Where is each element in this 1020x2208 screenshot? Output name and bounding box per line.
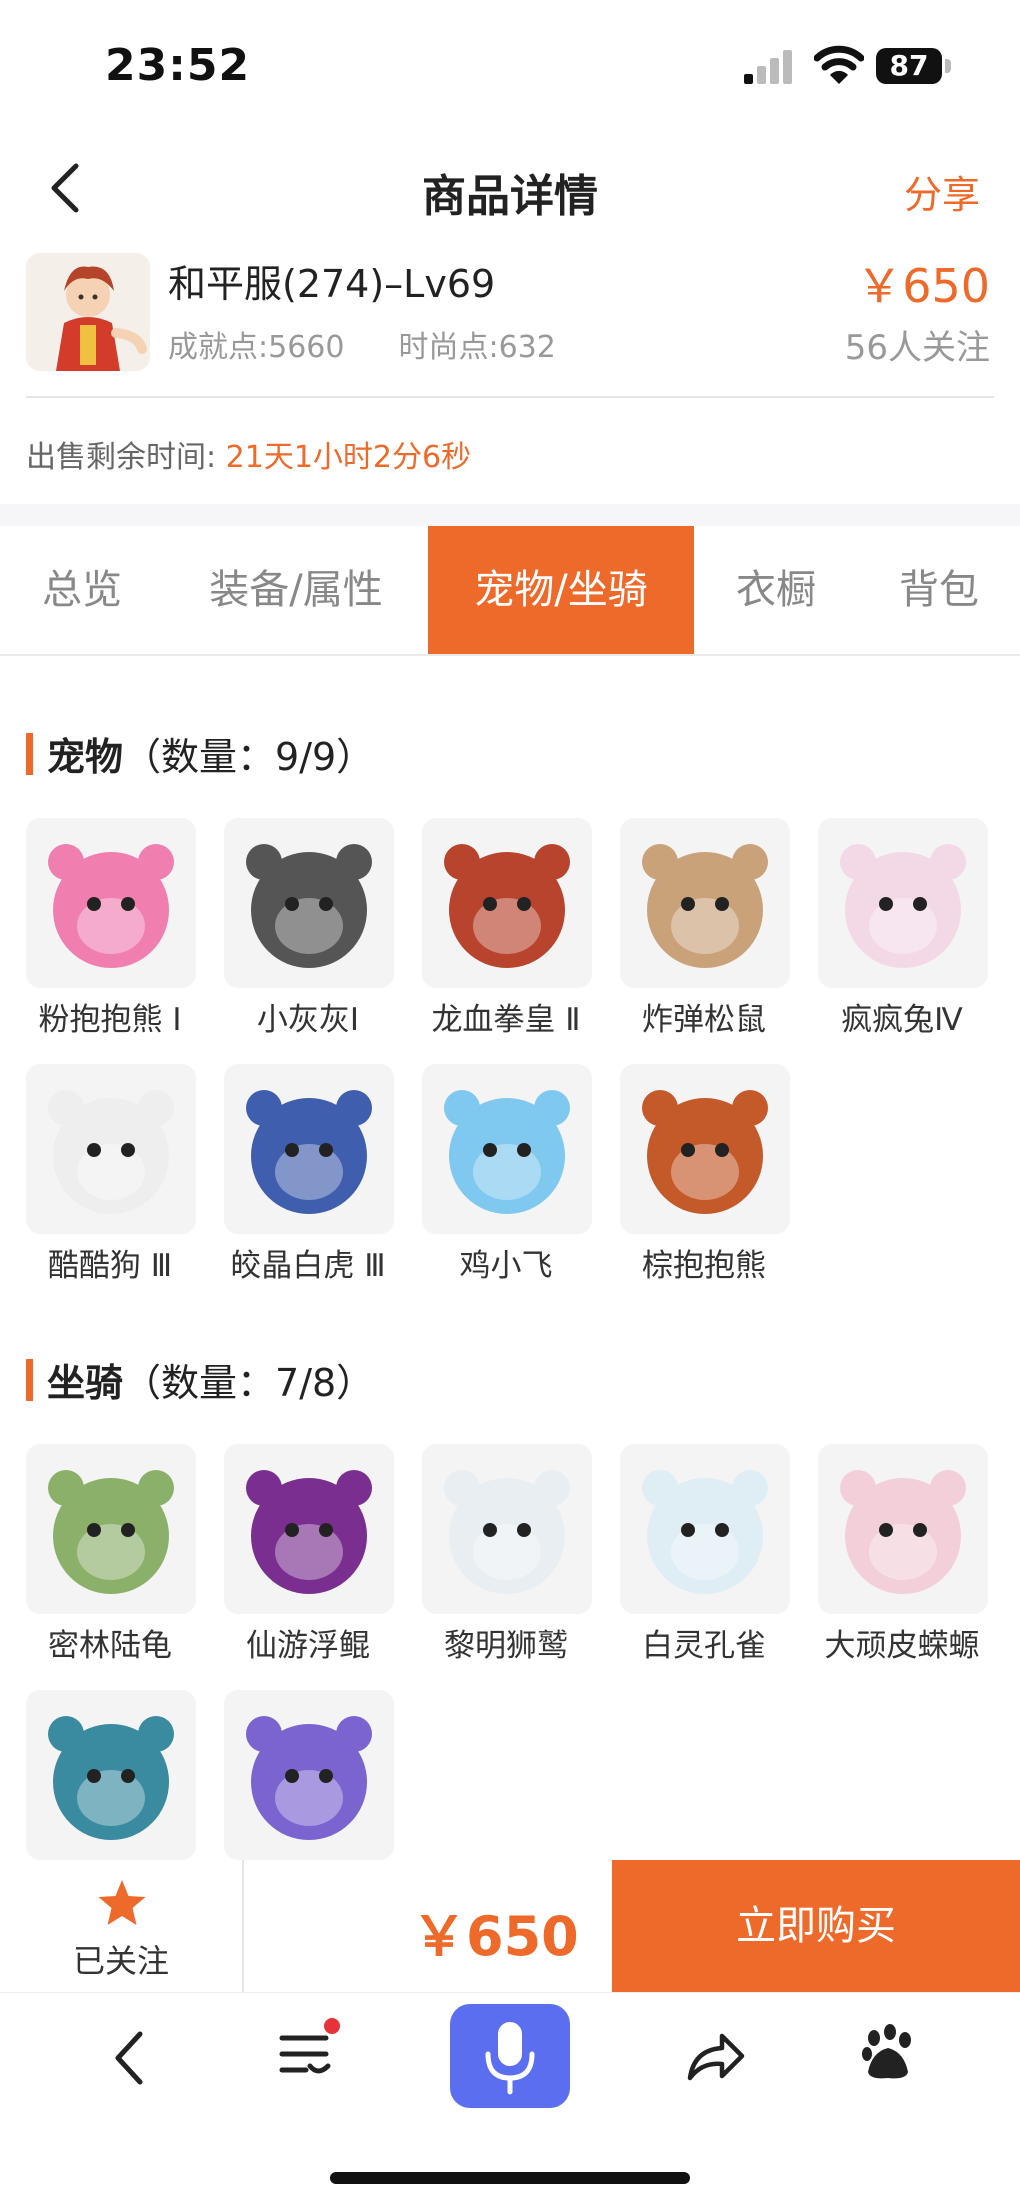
page-title: 商品详情 xyxy=(422,171,598,222)
turtle-icon xyxy=(26,1444,196,1614)
tab-overview[interactable]: 总览 xyxy=(0,526,164,654)
item-name: 黎明狮鹫 xyxy=(444,1628,568,1664)
battery-level: 87 xyxy=(876,48,942,84)
remaining-value: 21天1小时2分6秒 xyxy=(225,440,472,475)
back-arrow-icon[interactable] xyxy=(40,160,90,216)
pet-item[interactable]: 棕抱抱熊 xyxy=(620,1064,792,1285)
phoenix-icon xyxy=(26,1690,196,1860)
microphone-icon xyxy=(485,2022,535,2095)
back-icon[interactable] xyxy=(108,2028,150,2088)
tab-wardrobe[interactable]: 衣橱 xyxy=(694,526,858,654)
pet-item[interactable]: 鸡小飞 xyxy=(422,1064,594,1285)
squirrel-icon xyxy=(620,818,790,988)
bottom-price: ￥650 xyxy=(412,1905,579,1968)
buy-now-button[interactable]: 立即购买 xyxy=(612,1860,1020,1992)
star-icon xyxy=(98,1880,146,1925)
item-name: 白灵孔雀 xyxy=(642,1628,766,1664)
mount-item[interactable]: 白灵孔雀 xyxy=(620,1444,792,1665)
character-avatar xyxy=(26,253,150,371)
item-name: 粉抱抱熊 I xyxy=(38,1002,182,1038)
menu-icon[interactable] xyxy=(276,2016,346,2086)
cellular-signal-icon xyxy=(744,50,792,84)
item-name: 小灰灰I xyxy=(256,1002,360,1038)
product-stats: 成就点:5660 时尚点:632 xyxy=(168,322,610,366)
tab-backpack[interactable]: 背包 xyxy=(858,526,1020,654)
fish-icon xyxy=(224,1444,394,1614)
item-name: 疯疯兔Ⅳ xyxy=(841,1002,963,1038)
follow-button[interactable]: 已关注 xyxy=(0,1860,244,1992)
pink-bear-icon xyxy=(26,818,196,988)
achievement-points: 成就点:5660 xyxy=(168,330,345,365)
rabbit-icon xyxy=(818,818,988,988)
item-name: 炸弹松鼠 xyxy=(642,1002,766,1038)
brown-bear-icon xyxy=(620,1064,790,1234)
pet-item[interactable]: 粉抱抱熊 I xyxy=(26,818,198,1039)
follower-count: 56人关注 xyxy=(844,328,990,368)
wifi-icon xyxy=(814,45,864,84)
item-name: 密林陆龟 xyxy=(48,1628,172,1664)
dragon-icon xyxy=(422,818,592,988)
item-name: 龙血拳皇 Ⅱ xyxy=(431,1002,581,1038)
tab-equipment[interactable]: 装备/属性 xyxy=(164,526,428,654)
mounts-title: 坐骑 xyxy=(47,1361,124,1405)
peacock-icon xyxy=(620,1444,790,1614)
mount-item[interactable] xyxy=(224,1690,396,1866)
salamander-icon xyxy=(818,1444,988,1614)
remaining-label: 出售剩余时间: xyxy=(26,440,217,475)
baidu-paw-icon[interactable] xyxy=(860,2022,916,2082)
share-arrow-icon[interactable] xyxy=(684,2026,746,2086)
share-button[interactable]: 分享 xyxy=(904,164,980,219)
mount-item[interactable]: 仙游浮鲲 xyxy=(224,1444,396,1665)
home-indicator xyxy=(330,2172,690,2184)
status-time: 23:52 xyxy=(105,40,251,91)
follow-label: 已关注 xyxy=(72,1942,169,1980)
item-name: 皎晶白虎 Ⅲ xyxy=(230,1248,386,1284)
mounts-section-title: 坐骑 （数量：7/8） xyxy=(26,1352,374,1407)
pet-item[interactable]: 疯疯兔Ⅳ xyxy=(818,818,990,1039)
mount-item[interactable]: 黎明狮鹫 xyxy=(422,1444,594,1665)
item-name: 仙游浮鲲 xyxy=(246,1628,370,1664)
divider xyxy=(26,396,994,398)
mount-item[interactable] xyxy=(26,1690,198,1866)
mount-item[interactable]: 密林陆龟 xyxy=(26,1444,198,1665)
gray-dog-icon xyxy=(224,818,394,988)
voice-search-button[interactable] xyxy=(450,2004,570,2108)
pet-item[interactable]: 酷酷狗 Ⅲ xyxy=(26,1064,198,1285)
mount-item[interactable]: 大顽皮蝾螈 xyxy=(818,1444,990,1665)
item-name: 酷酷狗 Ⅲ xyxy=(47,1248,173,1284)
pet-item[interactable]: 小灰灰I xyxy=(224,818,396,1039)
item-name: 鸡小飞 xyxy=(459,1248,553,1284)
pets-count: （数量：9/9） xyxy=(123,735,375,779)
tab-pets-mounts[interactable]: 宠物/坐骑 xyxy=(428,526,694,654)
pet-item[interactable]: 龙血拳皇 Ⅱ xyxy=(422,818,594,1039)
griffin-icon xyxy=(422,1444,592,1614)
item-name: 大顽皮蝾螈 xyxy=(824,1628,980,1664)
sale-remaining-time: 出售剩余时间: 21天1小时2分6秒 xyxy=(26,432,471,476)
fashion-points: 时尚点:632 xyxy=(398,330,556,365)
product-name: 和平服(274)–Lv69 xyxy=(168,262,496,306)
pets-section-title: 宠物 （数量：9/9） xyxy=(26,726,374,781)
item-name: 棕抱抱熊 xyxy=(642,1248,766,1284)
pet-item[interactable]: 皎晶白虎 Ⅲ xyxy=(224,1064,396,1285)
chick-icon xyxy=(422,1064,592,1234)
battery-indicator: 87 xyxy=(876,48,952,84)
section-separator xyxy=(0,504,1020,526)
mounts-count: （数量：7/8） xyxy=(123,1361,375,1405)
pet-item[interactable]: 炸弹松鼠 xyxy=(620,818,792,1039)
cool-dog-icon xyxy=(26,1064,196,1234)
tab-bar: 总览 装备/属性 宠物/坐骑 衣橱 背包 xyxy=(0,526,1020,656)
product-price: ￥650 xyxy=(856,259,990,313)
purple-bird-icon xyxy=(224,1690,394,1860)
pets-title: 宠物 xyxy=(47,735,124,779)
white-tiger-icon xyxy=(224,1064,394,1234)
